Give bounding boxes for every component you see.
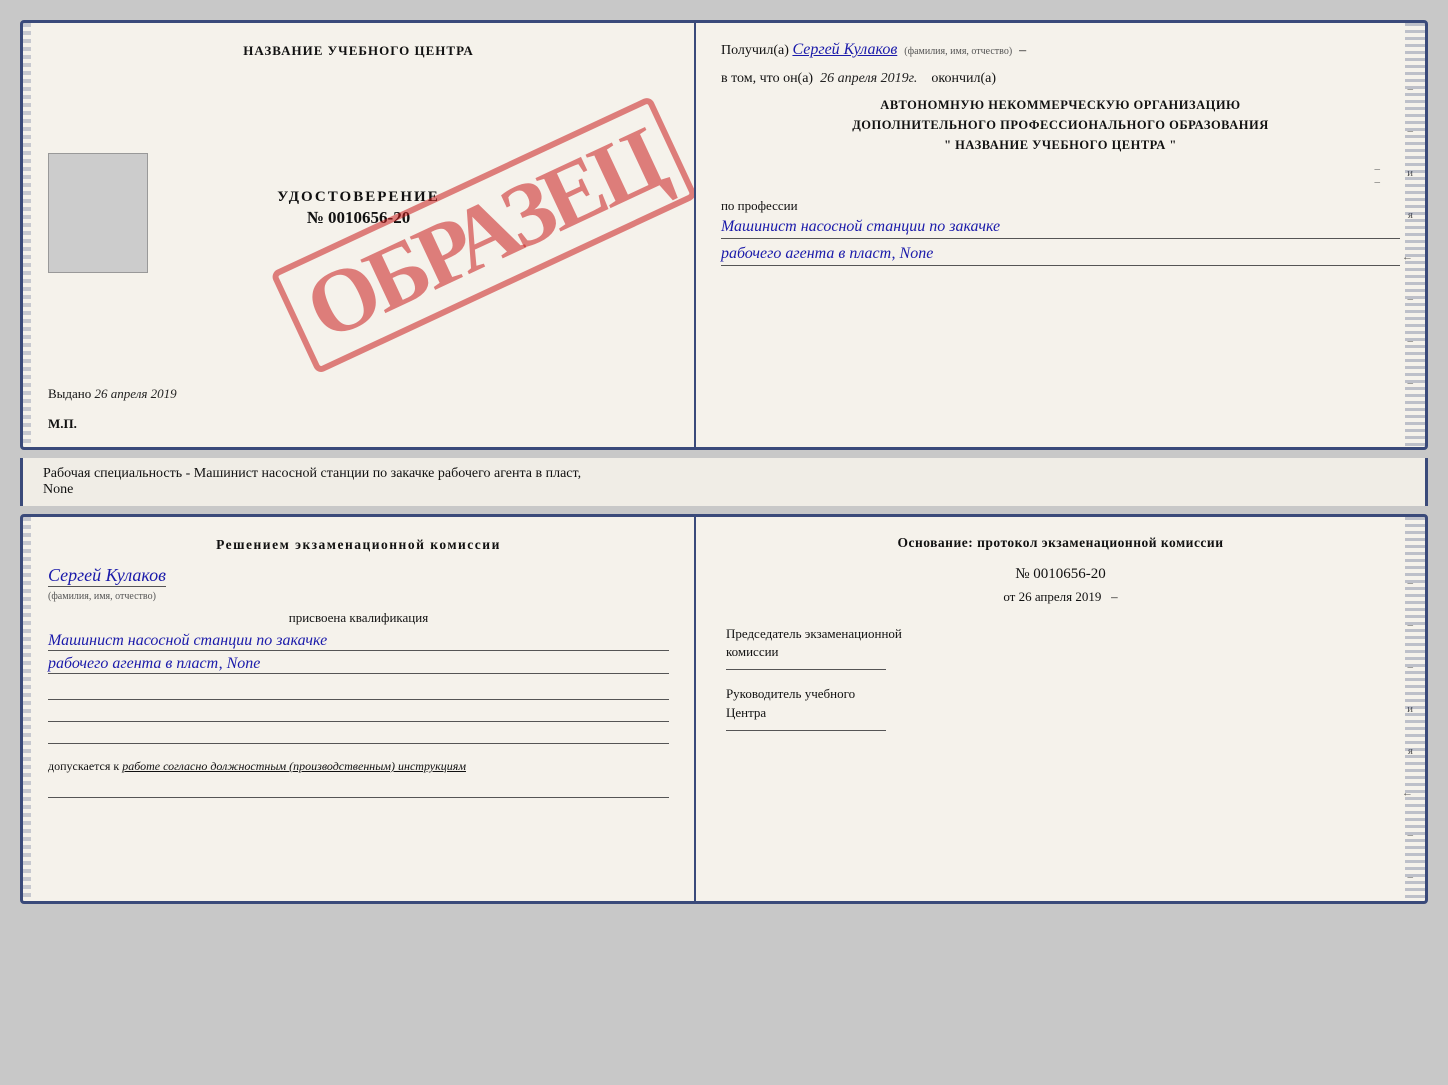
dopuskaetsya-label: допускается к xyxy=(48,759,119,773)
middle-text-none: None xyxy=(43,482,73,497)
document-bottom: Решением экзаменационной комиссии Сергей… xyxy=(20,514,1428,904)
hatch-right-top xyxy=(1405,23,1425,447)
middle-text-content: Рабочая специальность - Машинист насосно… xyxy=(43,466,581,481)
center-name-top: НАЗВАНИЕ УЧЕБНОГО ЦЕНТРА xyxy=(48,43,669,59)
right-dash-2: – xyxy=(1374,176,1380,188)
ot-date-value: 26 апреля 2019 xyxy=(1019,589,1102,604)
mp-label: М.П. xyxy=(48,416,77,432)
document-top: НАЗВАНИЕ УЧЕБНОГО ЦЕНТРА УДОСТОВЕРЕНИЕ №… xyxy=(20,20,1428,450)
v-tom-date: 26 апреля 2019г. xyxy=(820,71,917,86)
familiya-sub-bottom: (фамилия, имя, отчество) xyxy=(48,591,669,602)
bottom-line-2 xyxy=(48,704,669,722)
protocol-number: № 0010656-20 xyxy=(726,566,1395,583)
v-tom-label: в том, что он(а) xyxy=(721,71,813,86)
okonchil-label: окончил(а) xyxy=(931,71,996,86)
vydano-date: 26 апреля 2019 xyxy=(95,386,177,401)
rukovoditel-line1: Руководитель учебного xyxy=(726,686,855,701)
bottom-line-1 xyxy=(48,682,669,700)
org-line2: ДОПОЛНИТЕЛЬНОГО ПРОФЕССИОНАЛЬНОГО ОБРАЗО… xyxy=(721,115,1400,135)
profession-line1: Машинист насосной станции по закачке xyxy=(721,218,1400,239)
rukovoditel-sign-line xyxy=(726,730,886,731)
middle-text-block: Рабочая специальность - Машинист насосно… xyxy=(20,458,1428,506)
doc-right-panel: Получил(а) Сергей Кулаков (фамилия, имя,… xyxy=(696,23,1425,447)
poluchil-line: Получил(а) Сергей Кулаков (фамилия, имя,… xyxy=(721,41,1400,59)
poluchil-name: Сергей Кулаков xyxy=(792,41,897,58)
familiya-hint-top: (фамилия, имя, отчество) xyxy=(904,46,1012,57)
dopuskaetsya-text: допускается к работе согласно должностны… xyxy=(48,759,669,774)
bottom-line-4 xyxy=(48,780,669,798)
profession-line2: рабочего агента в пласт, None xyxy=(721,245,1400,266)
org-quote: " НАЗВАНИЕ УЧЕБНОГО ЦЕНТРА " xyxy=(721,135,1400,155)
predsedatel-text: Председатель экзаменационной комиссии xyxy=(726,625,1395,661)
doc-bottom-left: Решением экзаменационной комиссии Сергей… xyxy=(23,517,696,901)
doc-bottom-right: Основание: протокол экзаменационной коми… xyxy=(696,517,1425,901)
doc-left-panel: НАЗВАНИЕ УЧЕБНОГО ЦЕНТРА УДОСТОВЕРЕНИЕ №… xyxy=(23,23,696,447)
po-professii: по профессии xyxy=(721,198,1400,214)
ot-label: от xyxy=(1003,589,1015,604)
dopusk-italic: работе согласно должностным (производств… xyxy=(122,759,466,773)
org-line1: АВТОНОМНУЮ НЕКОММЕРЧЕСКУЮ ОРГАНИЗАЦИЮ xyxy=(721,95,1400,115)
v-tom-line: в том, что он(а) 26 апреля 2019г. окончи… xyxy=(721,71,1400,87)
predsedatel-line2: комиссии xyxy=(726,644,779,659)
poluchil-label: Получил(а) xyxy=(721,43,789,58)
predsedatel-sign-line xyxy=(726,669,886,670)
osnovanie-text: Основание: протокол экзаменационной коми… xyxy=(726,535,1395,551)
ot-date: от 26 апреля 2019 – xyxy=(726,589,1395,605)
photo-placeholder xyxy=(48,153,148,273)
obrazec-stamp: ОБРАЗЕЦ xyxy=(270,95,696,374)
vydano-line: Выдано 26 апреля 2019 xyxy=(48,386,177,402)
prisvoena-text: присвоена квалификация xyxy=(48,610,669,626)
org-block: АВТОНОМНУЮ НЕКОММЕРЧЕСКУЮ ОРГАНИЗАЦИЮ ДО… xyxy=(721,95,1400,155)
rukovoditel-line2: Центра xyxy=(726,705,766,720)
resheniem-text: Решением экзаменационной комиссии xyxy=(48,537,669,553)
kvalif-line1: Машинист насосной станции по закачке xyxy=(48,632,669,651)
person-name-cursive: Сергей Кулаков xyxy=(48,565,166,587)
bottom-lines xyxy=(48,682,669,744)
vydano-label: Выдано xyxy=(48,386,91,401)
hatch-right-bottom xyxy=(1405,517,1425,901)
kvalif-line2: рабочего агента в пласт, None xyxy=(48,655,669,674)
page-wrapper: НАЗВАНИЕ УЧЕБНОГО ЦЕНТРА УДОСТОВЕРЕНИЕ №… xyxy=(20,20,1428,904)
bottom-line-3 xyxy=(48,726,669,744)
right-dash-1: – xyxy=(1374,163,1380,175)
predsedatel-line1: Председатель экзаменационной xyxy=(726,626,902,641)
rukovoditel-text: Руководитель учебного Центра xyxy=(726,685,1395,721)
